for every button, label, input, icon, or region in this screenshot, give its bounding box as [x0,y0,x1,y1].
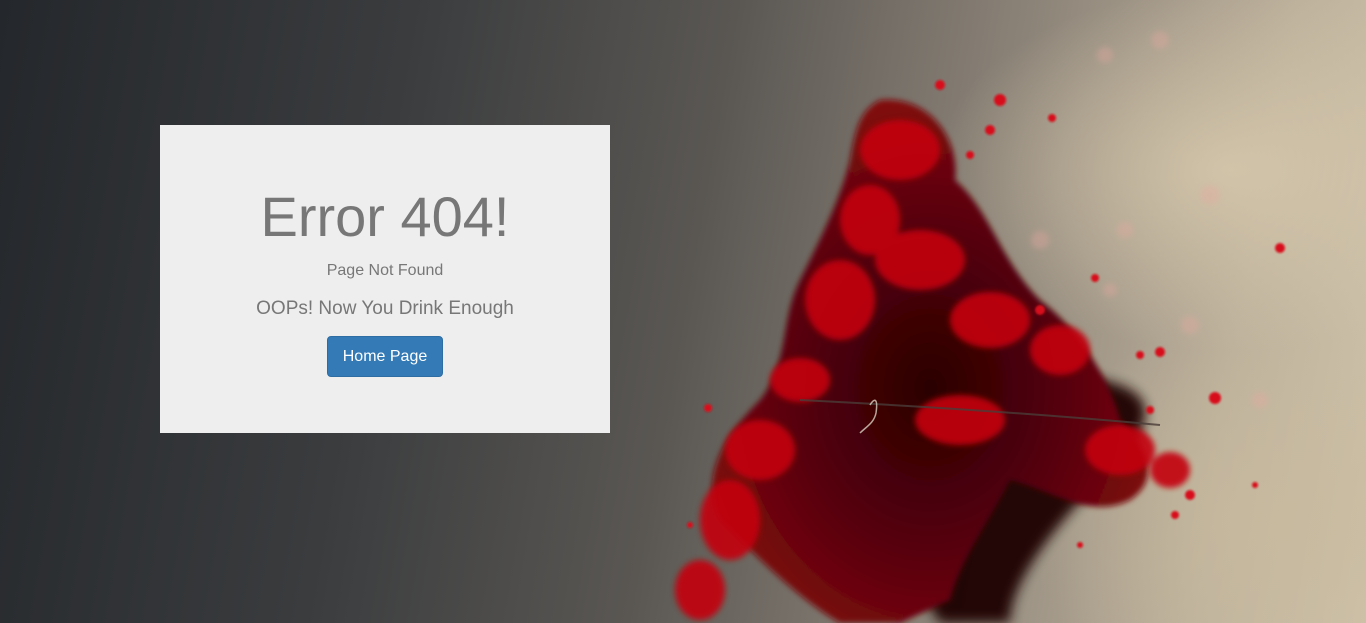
error-message: OOPs! Now You Drink Enough [256,298,514,319]
error-title: Error 404! [260,185,510,248]
error-subtitle: Page Not Found [326,262,444,279]
error-card: Error 404! Page Not Found OOPs! Now You … [160,125,610,433]
home-page-button[interactable]: Home Page [327,336,443,377]
